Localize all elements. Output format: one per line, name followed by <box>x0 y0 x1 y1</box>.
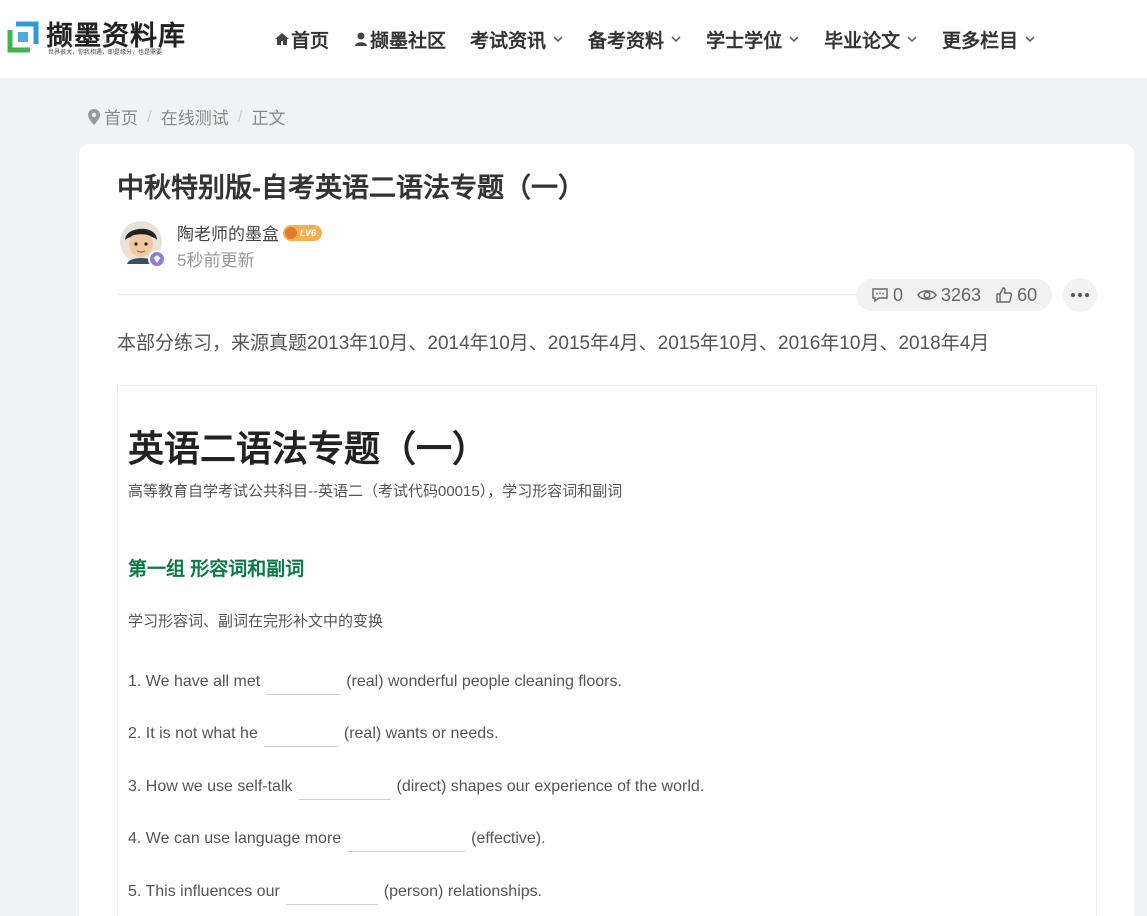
comment-icon <box>872 288 888 303</box>
nav-item-bachelor-degree[interactable]: 学士学位 <box>706 26 800 53</box>
main-nav: 首页 撷墨社区 考试资讯 备考资料 学士学位 毕业论文 更多栏目 <box>274 0 1060 78</box>
site-logo[interactable]: 撷墨资料库 世界很大，你我相遇，即是缘分，也是需要 <box>6 14 196 60</box>
question-text-after: (direct) shapes our experience of the wo… <box>396 778 705 795</box>
question-text-after: (effective). <box>471 830 546 847</box>
author-name[interactable]: 陶老师的墨盒 LV6 <box>177 220 323 245</box>
comment-count-value: 0 <box>893 284 904 305</box>
question-text-before: 2. It is not what he <box>128 725 258 742</box>
author-name-text: 陶老师的墨盒 <box>177 225 279 244</box>
answer-blank[interactable] <box>266 673 341 695</box>
nav-item-home[interactable]: 首页 <box>274 26 329 53</box>
question-text-before: 3. How we use self-talk <box>128 778 293 795</box>
page-title: 中秋特别版-自考英语二语法专题（一） <box>117 173 585 203</box>
question-text-after: (real) wants or needs. <box>343 725 499 742</box>
nav-item-label: 备考资料 <box>588 30 665 52</box>
question-item: 4. We can use language more (effective). <box>128 830 546 852</box>
post-stats: 0 3263 60 <box>856 279 1053 311</box>
location-pin-icon <box>88 108 100 125</box>
nav-item-study-materials[interactable]: 备考资料 <box>588 26 682 53</box>
question-text-before: 5. This influences our <box>128 883 280 900</box>
nav-item-thesis[interactable]: 毕业论文 <box>824 26 918 53</box>
update-time: 5秒前更新 <box>177 251 255 270</box>
nav-item-label: 毕业论文 <box>824 30 901 52</box>
user-icon <box>355 32 368 46</box>
breadcrumb-home[interactable]: 首页 <box>104 104 138 129</box>
chevron-down-icon <box>907 36 917 43</box>
question-text-before: 4. We can use language more <box>128 830 342 847</box>
logo-icon <box>7 21 39 53</box>
question-text-after: (real) wonderful people cleaning floors. <box>346 673 622 690</box>
quiz-title: 英语二语法专题（一） <box>128 428 489 469</box>
question-item: 3. How we use self-talk (direct) shapes … <box>128 778 704 800</box>
like-count[interactable]: 60 <box>995 285 1037 306</box>
meta-divider <box>117 294 857 295</box>
breadcrumb: 首页 / 在线测试 / 正文 <box>88 104 285 129</box>
chevron-down-icon <box>671 36 681 43</box>
site-header: 撷墨资料库 世界很大，你我相遇，即是缘分，也是需要 首页 撷墨社区 考试资讯 备… <box>0 0 1147 78</box>
nav-item-label: 考试资讯 <box>470 30 547 52</box>
more-icon <box>1071 293 1089 297</box>
more-options-button[interactable] <box>1063 278 1097 312</box>
like-count-value: 60 <box>1017 284 1038 305</box>
quiz-subtitle: 高等教育自学考试公共科目--英语二（考试代码00015），学习形容词和副词 <box>128 483 623 500</box>
breadcrumb-current: 正文 <box>251 109 286 128</box>
post-intro: 本部分练习，来源真题2013年10月、2014年10月、2015年4月、2015… <box>117 333 990 354</box>
group-description: 学习形容词、副词在完形补文中的变换 <box>128 613 384 630</box>
view-count-value: 3263 <box>941 284 982 305</box>
question-item: 1. We have all met (real) wonderful peop… <box>128 673 622 695</box>
chevron-down-icon <box>789 36 799 43</box>
nav-item-label: 更多栏目 <box>942 30 1019 52</box>
nav-item-label: 学士学位 <box>706 30 783 52</box>
nav-item-more[interactable]: 更多栏目 <box>942 26 1036 53</box>
breadcrumb-separator: / <box>237 106 243 126</box>
answer-blank[interactable] <box>298 778 391 800</box>
question-item: 5. This influences our (person) relation… <box>128 883 542 905</box>
question-text-before: 1. We have all met <box>128 673 261 690</box>
breadcrumb-separator: / <box>147 106 152 126</box>
view-count: 3263 <box>917 285 981 306</box>
level-badge: LV6 <box>283 224 323 241</box>
question-item: 2. It is not what he (real) wants or nee… <box>128 725 499 747</box>
level-badge-icon <box>285 226 297 239</box>
eye-icon <box>917 290 937 300</box>
article-card: 中秋特别版-自考英语二语法专题（一） 陶老师的墨盒 LV6 5秒前更新 0 32… <box>79 144 1134 916</box>
answer-blank[interactable] <box>285 883 378 905</box>
comment-count[interactable]: 0 <box>871 285 903 306</box>
chevron-down-icon <box>553 36 563 43</box>
embedded-quiz: 英语二语法专题（一） 高等教育自学考试公共科目--英语二（考试代码00015），… <box>117 385 1097 916</box>
nav-item-label: 首页 <box>291 30 330 52</box>
level-badge-text: LV6 <box>300 227 317 238</box>
group-title: 第一组 形容词和副词 <box>128 559 305 580</box>
nav-item-label: 撷墨社区 <box>370 30 447 52</box>
nav-item-exam-news[interactable]: 考试资讯 <box>470 26 564 53</box>
logo-slogan: 世界很大，你我相遇，即是缘分，也是需要 <box>48 50 163 56</box>
chevron-down-icon <box>1025 36 1035 43</box>
avatar[interactable] <box>119 220 167 268</box>
home-icon <box>275 33 289 45</box>
breadcrumb-category[interactable]: 在线测试 <box>161 104 229 129</box>
thumbs-up-icon <box>996 287 1013 303</box>
question-text-after: (person) relationships. <box>383 883 543 900</box>
answer-blank[interactable] <box>263 725 338 747</box>
nav-item-community[interactable]: 撷墨社区 <box>353 26 446 53</box>
answer-blank[interactable] <box>347 830 466 852</box>
